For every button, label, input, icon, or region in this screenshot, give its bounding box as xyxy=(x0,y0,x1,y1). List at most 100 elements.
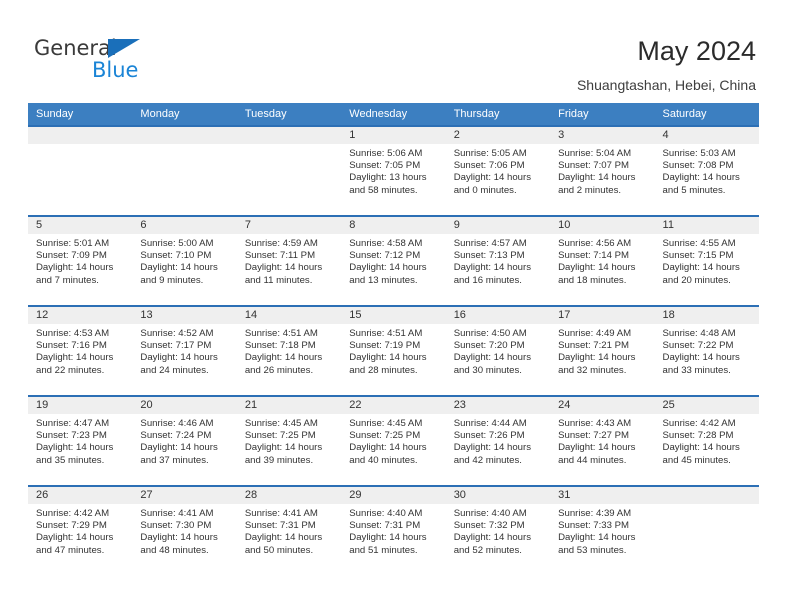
day-cell[interactable]: 16 Sunrise: 4:50 AM Sunset: 7:20 PM Dayl… xyxy=(445,307,551,395)
day-cell[interactable]: 3 Sunrise: 5:04 AM Sunset: 7:07 PM Dayli… xyxy=(550,127,655,215)
day-number: 8 xyxy=(341,217,446,234)
daylight-text-line1: Daylight: 14 hours xyxy=(36,532,114,544)
day-number: 22 xyxy=(341,397,446,414)
day-cell[interactable]: 29 Sunrise: 4:40 AM Sunset: 7:31 PM Dayl… xyxy=(341,487,446,575)
sunrise-text: Sunrise: 4:40 AM xyxy=(349,508,423,519)
day-cell[interactable]: 13 Sunrise: 4:52 AM Sunset: 7:17 PM Dayl… xyxy=(132,307,237,395)
day-cell[interactable]: 9 Sunrise: 4:57 AM Sunset: 7:13 PM Dayli… xyxy=(445,217,551,305)
weekday-header-wednesday: Wednesday xyxy=(349,108,408,120)
generalblue-logo[interactable]: General Blue xyxy=(34,36,214,84)
daylight-text-line2: and 7 minutes. xyxy=(36,274,99,286)
daylight-text-line2: and 50 minutes. xyxy=(244,544,314,556)
day-number: 19 xyxy=(28,397,133,414)
day-number: 21 xyxy=(236,397,342,414)
sunset-text: Sunset: 7:31 PM xyxy=(349,520,421,532)
day-cell[interactable]: 5 Sunrise: 5:01 AM Sunset: 7:09 PM Dayli… xyxy=(28,217,133,305)
daylight-text-line2: and 42 minutes. xyxy=(453,454,522,466)
day-info: Sunrise: 4:45 AM Sunset: 7:25 PM Dayligh… xyxy=(341,414,445,467)
daylight-text-line1: Daylight: 14 hours xyxy=(140,532,218,544)
day-number: 11 xyxy=(654,217,759,234)
sunrise-text: Sunrise: 4:51 AM xyxy=(349,328,423,339)
day-number: 6 xyxy=(132,217,237,234)
logo-text-general: General xyxy=(34,36,117,60)
sunset-text: Sunset: 7:09 PM xyxy=(36,250,107,262)
day-cell[interactable]: 27 Sunrise: 4:41 AM Sunset: 7:30 PM Dayl… xyxy=(132,487,237,575)
day-cell[interactable]: 21 Sunrise: 4:45 AM Sunset: 7:25 PM Dayl… xyxy=(236,397,342,485)
day-cell[interactable]: 2 Sunrise: 5:05 AM Sunset: 7:06 PM Dayli… xyxy=(445,127,551,215)
daylight-text-line1: Daylight: 14 hours xyxy=(453,262,532,274)
daylight-text-line1: Daylight: 14 hours xyxy=(244,532,323,544)
day-info: Sunrise: 4:53 AM Sunset: 7:16 PM Dayligh… xyxy=(28,324,132,377)
day-cell[interactable]: 15 Sunrise: 4:51 AM Sunset: 7:19 PM Dayl… xyxy=(341,307,446,395)
day-number xyxy=(132,127,237,144)
daylight-text-line2: and 0 minutes. xyxy=(453,184,517,196)
page-subtitle-location: Shuangtashan, Hebei, China xyxy=(576,77,756,93)
day-cell xyxy=(236,127,342,215)
calendar-week-row: 12 Sunrise: 4:53 AM Sunset: 7:16 PM Dayl… xyxy=(28,305,759,395)
day-cell[interactable]: 19 Sunrise: 4:47 AM Sunset: 7:23 PM Dayl… xyxy=(28,397,133,485)
day-cell[interactable]: 7 Sunrise: 4:59 AM Sunset: 7:11 PM Dayli… xyxy=(236,217,342,305)
sunrise-text: Sunrise: 4:53 AM xyxy=(36,328,110,339)
day-cell[interactable]: 18 Sunrise: 4:48 AM Sunset: 7:22 PM Dayl… xyxy=(654,307,759,395)
sunset-text: Sunset: 7:32 PM xyxy=(453,520,525,532)
sunrise-text: Sunrise: 4:49 AM xyxy=(558,328,632,339)
day-info: Sunrise: 5:01 AM Sunset: 7:09 PM Dayligh… xyxy=(28,234,132,287)
day-cell[interactable]: 24 Sunrise: 4:43 AM Sunset: 7:27 PM Dayl… xyxy=(550,397,655,485)
daylight-text-line2: and 40 minutes. xyxy=(349,454,418,466)
sunrise-text: Sunrise: 4:41 AM xyxy=(244,508,318,519)
daylight-text-line1: Daylight: 14 hours xyxy=(662,352,740,364)
day-cell[interactable]: 28 Sunrise: 4:41 AM Sunset: 7:31 PM Dayl… xyxy=(236,487,342,575)
day-cell[interactable]: 17 Sunrise: 4:49 AM Sunset: 7:21 PM Dayl… xyxy=(550,307,655,395)
day-cell[interactable]: 1 Sunrise: 5:06 AM Sunset: 7:05 PM Dayli… xyxy=(341,127,446,215)
sunset-text: Sunset: 7:20 PM xyxy=(453,340,525,352)
day-cell[interactable]: 31 Sunrise: 4:39 AM Sunset: 7:33 PM Dayl… xyxy=(550,487,655,575)
day-cell xyxy=(132,127,237,215)
weekday-header-tuesday: Tuesday xyxy=(244,108,287,120)
day-number: 15 xyxy=(341,307,446,324)
day-cell[interactable]: 10 Sunrise: 4:56 AM Sunset: 7:14 PM Dayl… xyxy=(550,217,655,305)
sunset-text: Sunset: 7:23 PM xyxy=(36,430,107,442)
daylight-text-line1: Daylight: 14 hours xyxy=(558,172,636,184)
day-cell[interactable]: 6 Sunrise: 5:00 AM Sunset: 7:10 PM Dayli… xyxy=(132,217,237,305)
daylight-text-line2: and 48 minutes. xyxy=(140,544,209,556)
day-cell[interactable]: 25 Sunrise: 4:42 AM Sunset: 7:28 PM Dayl… xyxy=(654,397,759,485)
day-cell[interactable]: 22 Sunrise: 4:45 AM Sunset: 7:25 PM Dayl… xyxy=(341,397,446,485)
daylight-text-line2: and 18 minutes. xyxy=(558,274,627,286)
sunset-text: Sunset: 7:18 PM xyxy=(244,340,316,352)
daylight-text-line2: and 33 minutes. xyxy=(662,364,731,376)
day-cell[interactable]: 20 Sunrise: 4:46 AM Sunset: 7:24 PM Dayl… xyxy=(132,397,237,485)
day-number: 18 xyxy=(654,307,759,324)
sunrise-text: Sunrise: 4:57 AM xyxy=(453,238,527,249)
daylight-text-line2: and 47 minutes. xyxy=(36,544,105,556)
day-cell[interactable]: 14 Sunrise: 4:51 AM Sunset: 7:18 PM Dayl… xyxy=(236,307,342,395)
day-info: Sunrise: 4:40 AM Sunset: 7:32 PM Dayligh… xyxy=(446,504,550,557)
sunrise-text: Sunrise: 5:05 AM xyxy=(453,148,527,159)
day-cell[interactable]: 26 Sunrise: 4:42 AM Sunset: 7:29 PM Dayl… xyxy=(28,487,133,575)
daylight-text-line1: Daylight: 14 hours xyxy=(453,532,532,544)
weekday-header-saturday: Saturday xyxy=(662,108,707,120)
sunset-text: Sunset: 7:28 PM xyxy=(662,430,734,442)
day-info: Sunrise: 5:05 AM Sunset: 7:06 PM Dayligh… xyxy=(446,144,550,197)
sunrise-text: Sunrise: 5:03 AM xyxy=(662,148,736,159)
calendar-week-row: 1 Sunrise: 5:06 AM Sunset: 7:05 PM Dayli… xyxy=(28,125,759,215)
day-info: Sunrise: 4:44 AM Sunset: 7:26 PM Dayligh… xyxy=(446,414,550,467)
day-cell[interactable]: 4 Sunrise: 5:03 AM Sunset: 7:08 PM Dayli… xyxy=(654,127,759,215)
day-cell[interactable]: 23 Sunrise: 4:44 AM Sunset: 7:26 PM Dayl… xyxy=(445,397,551,485)
daylight-text-line1: Daylight: 14 hours xyxy=(244,442,323,454)
day-cell[interactable]: 12 Sunrise: 4:53 AM Sunset: 7:16 PM Dayl… xyxy=(28,307,133,395)
day-cell xyxy=(28,127,133,215)
day-cell[interactable]: 11 Sunrise: 4:55 AM Sunset: 7:15 PM Dayl… xyxy=(654,217,759,305)
logo-text-blue: Blue xyxy=(92,58,139,82)
day-info: Sunrise: 4:39 AM Sunset: 7:33 PM Dayligh… xyxy=(550,504,654,557)
daylight-text-line2: and 20 minutes. xyxy=(662,274,731,286)
daylight-text-line2: and 26 minutes. xyxy=(244,364,314,376)
daylight-text-line2: and 2 minutes. xyxy=(558,184,622,196)
day-info: Sunrise: 4:50 AM Sunset: 7:20 PM Dayligh… xyxy=(446,324,550,377)
day-number: 1 xyxy=(341,127,446,144)
day-cell[interactable]: 30 Sunrise: 4:40 AM Sunset: 7:32 PM Dayl… xyxy=(445,487,551,575)
sunrise-text: Sunrise: 4:47 AM xyxy=(36,418,110,429)
day-number: 30 xyxy=(445,487,551,504)
sunrise-text: Sunrise: 4:39 AM xyxy=(558,508,632,519)
daylight-text-line2: and 44 minutes. xyxy=(558,454,627,466)
day-cell[interactable]: 8 Sunrise: 4:58 AM Sunset: 7:12 PM Dayli… xyxy=(341,217,446,305)
